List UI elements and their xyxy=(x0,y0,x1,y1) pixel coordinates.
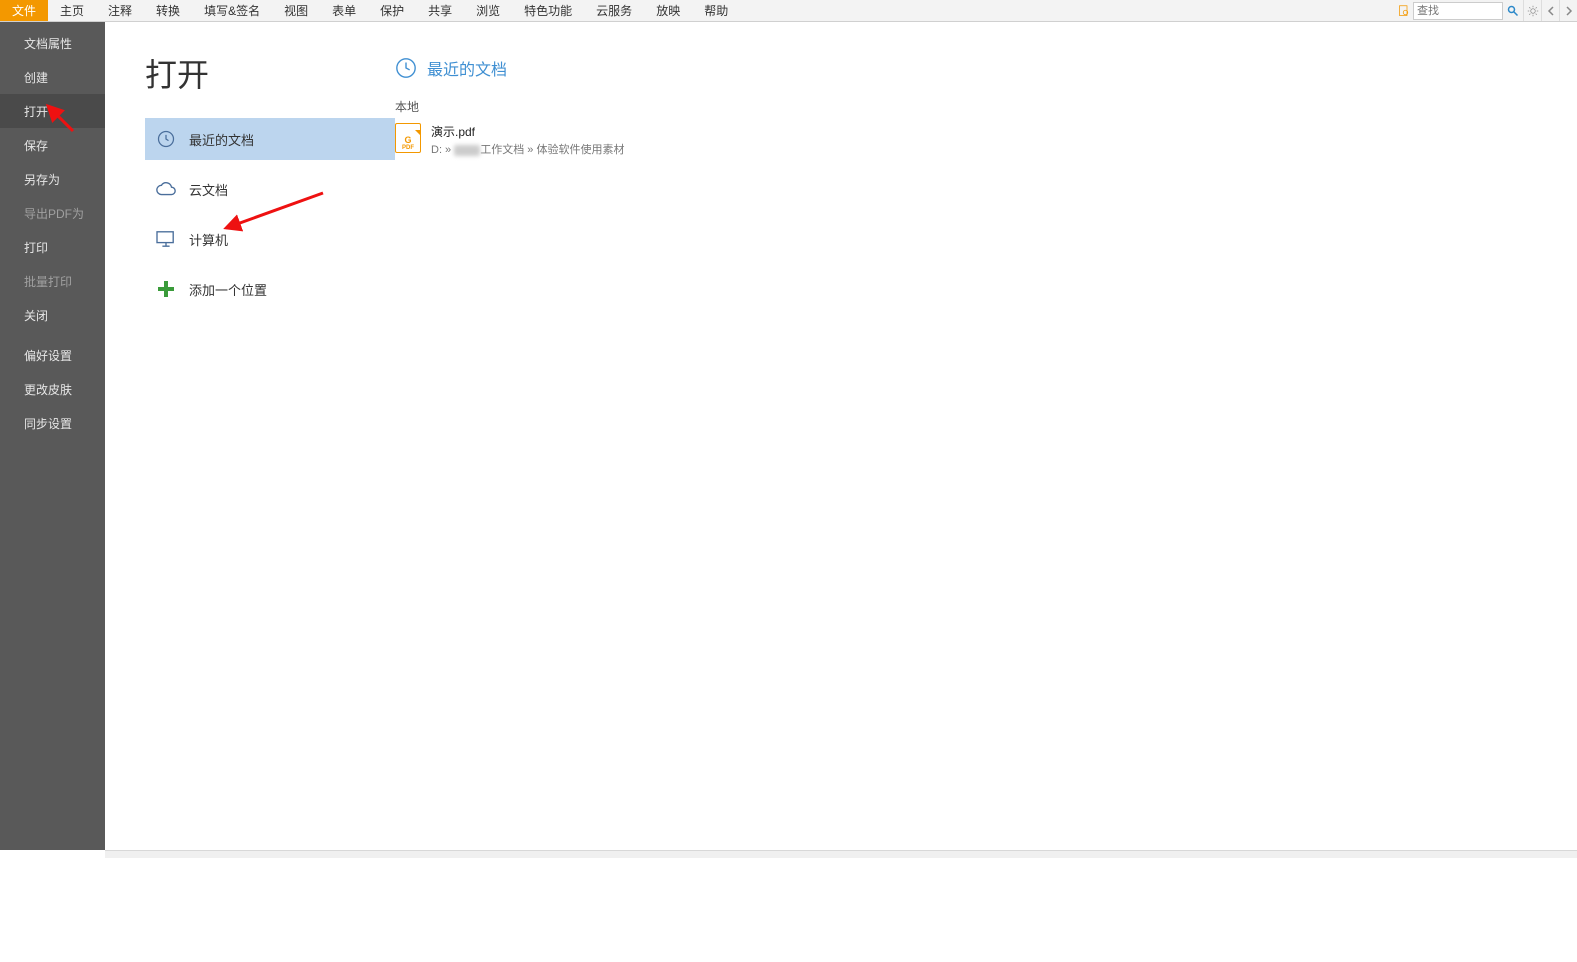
tab-browse[interactable]: 浏览 xyxy=(464,0,512,21)
tab-share[interactable]: 共享 xyxy=(416,0,464,21)
pdf-file-icon: G PDF xyxy=(395,123,421,153)
option-label: 云文档 xyxy=(189,180,228,199)
sidebar-item-batchprint: 批量打印 xyxy=(0,264,105,298)
file-name: 演示.pdf xyxy=(431,123,624,140)
nav-prev-icon[interactable] xyxy=(1541,0,1559,21)
tab-form[interactable]: 表单 xyxy=(320,0,368,21)
tab-view[interactable]: 视图 xyxy=(272,0,320,21)
tab-cloud[interactable]: 云服务 xyxy=(584,0,644,21)
tab-features[interactable]: 特色功能 xyxy=(512,0,584,21)
option-add-location[interactable]: 添加一个位置 xyxy=(145,268,395,310)
option-label: 最近的文档 xyxy=(189,130,254,149)
open-options-panel: 打开 最近的文档 云文档 计算机 添加一个位置 xyxy=(105,22,395,850)
sidebar-item-close[interactable]: 关闭 xyxy=(0,298,105,332)
tab-annotate[interactable]: 注释 xyxy=(96,0,144,21)
section-title: 最近的文档 xyxy=(427,56,507,80)
option-computer[interactable]: 计算机 xyxy=(145,218,395,260)
sidebar-item-save[interactable]: 保存 xyxy=(0,128,105,162)
page-title: 打开 xyxy=(145,50,395,96)
group-label-local: 本地 xyxy=(395,98,1577,115)
nav-next-icon[interactable] xyxy=(1559,0,1577,21)
plus-icon xyxy=(155,278,177,300)
tab-protect[interactable]: 保护 xyxy=(368,0,416,21)
sidebar-item-create[interactable]: 创建 xyxy=(0,60,105,94)
tab-help[interactable]: 帮助 xyxy=(692,0,740,21)
search-input[interactable] xyxy=(1413,2,1503,20)
tab-fillsign[interactable]: 填写&签名 xyxy=(192,0,272,21)
section-header: 最近的文档 xyxy=(395,56,1577,80)
recent-docs-panel: 最近的文档 本地 G PDF 演示.pdf D: » 工作文档 » 体验软件使用… xyxy=(395,22,1577,850)
clock-icon xyxy=(155,128,177,150)
sidebar-item-docprops[interactable]: 文档属性 xyxy=(0,26,105,60)
file-sidebar: 文档属性 创建 打开 保存 另存为 导出PDF为 打印 批量打印 关闭 偏好设置… xyxy=(0,22,105,850)
sidebar-item-syncsettings[interactable]: 同步设置 xyxy=(0,406,105,440)
tab-file[interactable]: 文件 xyxy=(0,0,48,21)
settings-gear-icon[interactable] xyxy=(1523,0,1541,21)
sidebar-item-saveas[interactable]: 另存为 xyxy=(0,162,105,196)
top-ribbon: 文件 主页 注释 转换 填写&签名 视图 表单 保护 共享 浏览 特色功能 云服… xyxy=(0,0,1577,22)
option-cloud-docs[interactable]: 云文档 xyxy=(145,168,395,210)
option-label: 计算机 xyxy=(189,230,228,249)
tab-convert[interactable]: 转换 xyxy=(144,0,192,21)
tab-home[interactable]: 主页 xyxy=(48,0,96,21)
file-path: D: » 工作文档 » 体验软件使用素材 xyxy=(431,141,624,157)
sidebar-item-open[interactable]: 打开 xyxy=(0,94,105,128)
cloud-icon xyxy=(155,178,177,200)
computer-icon xyxy=(155,228,177,250)
recent-file-row[interactable]: G PDF 演示.pdf D: » 工作文档 » 体验软件使用素材 xyxy=(395,119,1577,161)
option-label: 添加一个位置 xyxy=(189,280,267,299)
clock-icon xyxy=(395,57,417,79)
sidebar-item-preferences[interactable]: 偏好设置 xyxy=(0,338,105,372)
sidebar-item-exportpdf: 导出PDF为 xyxy=(0,196,105,230)
tab-present[interactable]: 放映 xyxy=(644,0,692,21)
status-bar xyxy=(105,850,1577,858)
redacted-segment xyxy=(454,145,480,156)
sidebar-item-print[interactable]: 打印 xyxy=(0,230,105,264)
search-page-icon[interactable] xyxy=(1395,0,1413,21)
option-recent-docs[interactable]: 最近的文档 xyxy=(145,118,395,160)
search-go-icon[interactable] xyxy=(1503,0,1523,21)
sidebar-item-skin[interactable]: 更改皮肤 xyxy=(0,372,105,406)
